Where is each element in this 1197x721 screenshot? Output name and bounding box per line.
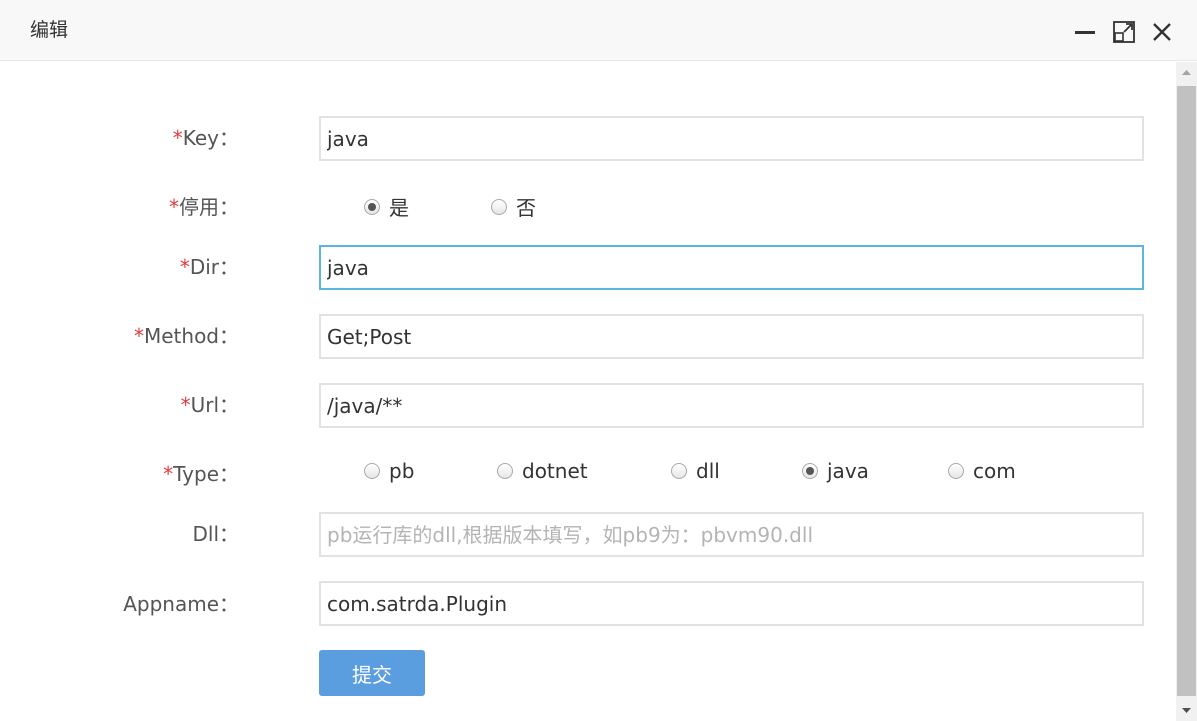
radio-dot[interactable] xyxy=(364,198,380,215)
radio-label: 否 xyxy=(516,196,536,220)
required-mark: * xyxy=(133,324,144,348)
method-label: *Method： xyxy=(133,324,239,348)
radio-label: com xyxy=(973,459,1016,483)
url-input[interactable] xyxy=(319,383,1144,428)
type-label: *Type： xyxy=(163,462,239,486)
radio-dot[interactable] xyxy=(802,463,818,479)
submit-button[interactable]: 提交 xyxy=(319,650,425,696)
disabled-radio-no[interactable]: 否 xyxy=(491,192,536,221)
vertical-scrollbar[interactable] xyxy=(1176,62,1197,721)
type-radio-java[interactable]: java xyxy=(802,459,869,483)
radio-label: java xyxy=(827,459,869,483)
title-bar: 编辑 xyxy=(0,0,1197,61)
minimize-icon[interactable] xyxy=(1073,20,1097,44)
type-radio-dll[interactable]: dll xyxy=(671,459,720,483)
radio-label: 是 xyxy=(389,196,409,220)
scrollbar-thumb[interactable] xyxy=(1177,86,1196,696)
dialog-title: 编辑 xyxy=(30,19,69,41)
type-radio-pb[interactable]: pb xyxy=(364,459,414,483)
radio-label: pb xyxy=(389,459,415,483)
key-input[interactable] xyxy=(319,116,1144,161)
disabled-radio-yes[interactable]: 是 xyxy=(364,192,409,221)
required-mark: * xyxy=(172,126,183,150)
appname-input[interactable] xyxy=(319,581,1144,626)
url-label: *Url： xyxy=(180,393,239,417)
scroll-up-arrow-icon[interactable] xyxy=(1176,62,1197,84)
appname-label: Appname： xyxy=(123,592,239,616)
scroll-down-arrow-icon[interactable] xyxy=(1176,699,1197,721)
radio-dot[interactable] xyxy=(491,198,507,215)
method-input[interactable] xyxy=(319,314,1144,359)
dll-label: Dll： xyxy=(192,522,239,546)
dir-label: *Dir： xyxy=(179,255,239,279)
required-mark: * xyxy=(180,393,191,417)
radio-dot[interactable] xyxy=(948,463,964,479)
required-mark: * xyxy=(169,195,179,219)
radio-label: dll xyxy=(696,459,720,483)
close-icon[interactable] xyxy=(1150,20,1174,44)
disabled-label: *停用： xyxy=(169,195,239,219)
required-mark: * xyxy=(163,462,174,486)
radio-dot[interactable] xyxy=(671,463,687,479)
dir-input[interactable] xyxy=(319,245,1144,290)
edit-dialog: 编辑 *Key： *停用： 是 否 xyxy=(0,0,1197,721)
type-radio-dotnet[interactable]: dotnet xyxy=(497,459,588,483)
key-label: *Key： xyxy=(172,126,239,150)
required-mark: * xyxy=(179,255,190,279)
radio-dot[interactable] xyxy=(497,463,513,479)
type-radio-com[interactable]: com xyxy=(948,459,1016,483)
dll-input[interactable] xyxy=(319,512,1144,557)
maximize-icon[interactable] xyxy=(1112,20,1136,44)
form-content: *Key： *停用： 是 否 *Dir： *Method： *Url： *Typ… xyxy=(0,62,1176,721)
radio-dot[interactable] xyxy=(364,463,380,479)
radio-label: dotnet xyxy=(522,459,588,483)
